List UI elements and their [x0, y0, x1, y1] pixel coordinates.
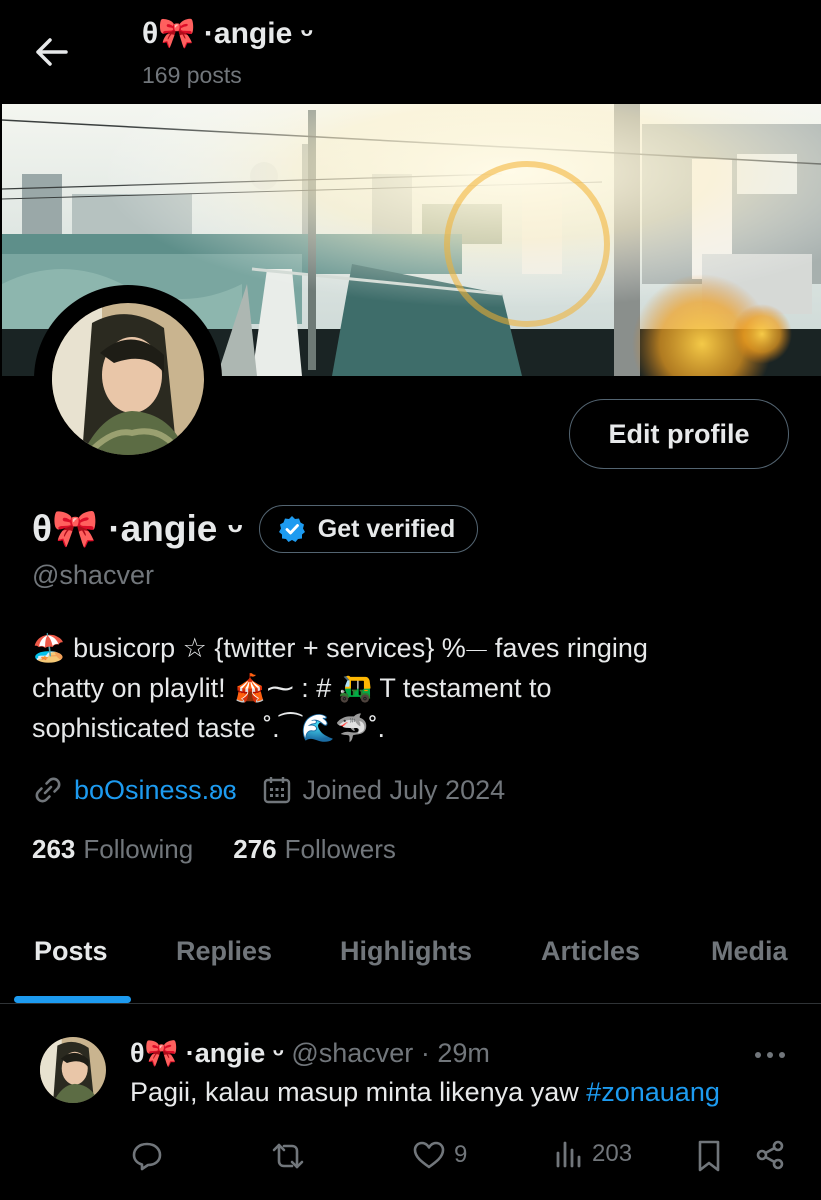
tab-posts[interactable]: Posts — [34, 936, 108, 967]
profile-link[interactable]: boOsiness.ʚɞ — [32, 774, 236, 806]
avatar-image — [52, 303, 204, 455]
tweet-author-handle[interactable]: @shacver — [291, 1038, 413, 1068]
heart-icon — [413, 1141, 445, 1169]
followers-label: Followers — [284, 834, 396, 864]
back-arrow-icon — [36, 38, 68, 66]
bio-line: sophisticated taste ˚.⁀🌊🦈˚. — [32, 713, 386, 743]
share-button[interactable] — [754, 1139, 786, 1171]
tweet-body: Pagii, kalau masup minta likenya yaw — [130, 1077, 587, 1107]
bio-line: chatty on playlit! 🎪⁓ : # 🛺 T testament … — [32, 673, 552, 703]
following-link[interactable]: 263 Following — [32, 834, 193, 865]
followers-count: 276 — [233, 834, 277, 864]
following-label: Following — [83, 834, 194, 864]
profile-link-text[interactable]: boOsiness.ʚɞ — [74, 775, 236, 806]
calendar-icon — [264, 777, 291, 804]
tweet-avatar[interactable] — [40, 1037, 106, 1103]
profile-tabs: Posts Replies Highlights Articles Media — [0, 920, 821, 1004]
top-bar: θ🎀 ·angie ᵕ 169 posts — [0, 0, 821, 104]
reply-icon — [132, 1142, 162, 1171]
views-chart-icon — [556, 1141, 581, 1168]
profile-name-row: θ🎀 ·angie ᵕ Get verified — [32, 503, 479, 555]
tweet[interactable]: θ🎀 ·angie ᵕ @shacver · 29m Pagii, kalau … — [0, 1005, 821, 1200]
edit-profile-button[interactable]: Edit profile — [569, 399, 789, 469]
like-button[interactable]: 9 — [412, 1139, 467, 1171]
tweet-time[interactable]: 29m — [437, 1038, 490, 1068]
view-count: 203 — [592, 1140, 633, 1167]
share-icon — [756, 1140, 784, 1170]
bio-line: 🏖️ busicorp ☆ {twitter + services} %⏤ fa… — [32, 633, 648, 663]
profile-avatar[interactable] — [34, 285, 222, 473]
more-dots-icon — [755, 1052, 785, 1058]
retweet-icon — [272, 1143, 304, 1169]
link-icon — [35, 777, 61, 803]
bookmark-button[interactable] — [696, 1139, 722, 1173]
get-verified-label: Get verified — [317, 514, 456, 543]
profile-meta: boOsiness.ʚɞ Joined July 2024 — [32, 772, 505, 808]
header-name: θ🎀 ·angie ᵕ — [142, 17, 313, 50]
bookmark-icon — [698, 1140, 720, 1172]
tab-replies[interactable]: Replies — [176, 936, 272, 967]
tab-articles[interactable]: Articles — [541, 936, 640, 967]
tweet-actions: 9 203 — [130, 1139, 790, 1179]
tweet-header: θ🎀 ·angie ᵕ @shacver · 29m — [130, 1037, 490, 1069]
get-verified-button[interactable]: Get verified — [258, 505, 479, 553]
active-tab-indicator — [14, 996, 131, 1003]
retweet-button[interactable] — [270, 1139, 306, 1173]
tweet-text: Pagii, kalau masup minta likenya yaw #zo… — [130, 1077, 720, 1108]
tweet-more-button[interactable] — [748, 1035, 792, 1075]
followers-link[interactable]: 276 Followers — [233, 834, 396, 865]
tab-media[interactable]: Media — [711, 936, 788, 967]
reply-button[interactable] — [130, 1139, 164, 1173]
joined-date: Joined July 2024 — [262, 775, 505, 806]
tweet-avatar-image — [40, 1037, 106, 1103]
tweet-separator: · — [420, 1038, 430, 1068]
profile-handle: @shacver — [32, 560, 154, 590]
like-count: 9 — [454, 1141, 468, 1168]
views-button[interactable]: 203 — [554, 1139, 632, 1169]
verified-badge-icon — [278, 516, 305, 542]
tweet-author-name[interactable]: θ🎀 ·angie ᵕ — [130, 1038, 284, 1068]
profile-bio: 🏖️ busicorp ☆ {twitter + services} %⏤ fa… — [32, 628, 802, 748]
profile-display-name: θ🎀 ·angie ᵕ — [32, 507, 243, 549]
tab-highlights[interactable]: Highlights — [340, 936, 472, 967]
follow-stats: 263 Following 276 Followers — [32, 834, 396, 865]
back-button[interactable] — [30, 30, 74, 74]
tweet-hashtag[interactable]: #zonauang — [586, 1077, 720, 1107]
joined-date-text: Joined July 2024 — [302, 774, 506, 805]
following-count: 263 — [32, 834, 76, 864]
header-posts-count: 169 posts — [142, 62, 242, 88]
